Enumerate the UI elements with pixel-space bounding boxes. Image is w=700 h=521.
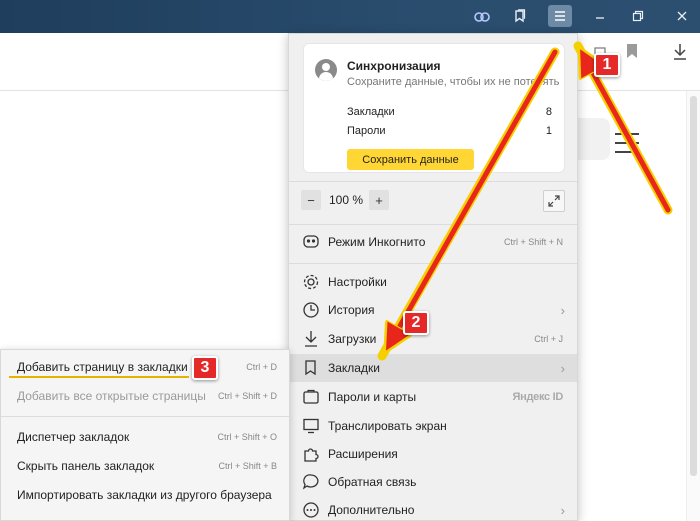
sync-title: Синхронизация (347, 59, 441, 73)
page-hamburger-icon[interactable] (614, 132, 640, 157)
submenu-item-shortcut: Ctrl + D (246, 362, 277, 372)
key-icon (301, 387, 321, 407)
incognito-icon (301, 232, 321, 252)
chevron-right-icon: › (560, 302, 565, 318)
divider (289, 263, 577, 264)
submenu-item-shortcut: Ctrl + Shift + D (217, 391, 277, 401)
sync-row-bookmarks: Закладки 8 (347, 106, 552, 118)
close-icon[interactable] (664, 5, 700, 27)
annotation-badge-3: 3 (192, 356, 218, 380)
menu-item-label: Дополнительно (328, 503, 415, 517)
puzzle-icon (301, 444, 321, 464)
menu-item-label: Расширения (328, 447, 398, 461)
submenu-item-label: Скрыть панель закладок (17, 459, 155, 473)
menu-item-passwords[interactable]: Пароли и карты Яндекс ID (289, 383, 577, 411)
chevron-right-icon: › (560, 502, 565, 518)
menu-item-label: Транслировать экран (328, 419, 447, 433)
annotation-badge-2: 2 (403, 311, 429, 335)
scrollbar-thumb[interactable] (690, 96, 697, 476)
menu-item-extensions[interactable]: Расширения (289, 440, 577, 468)
divider (289, 181, 577, 182)
submenu-item-shortcut: Ctrl + Shift + O (217, 432, 277, 442)
sync-card: Синхронизация Сохраните данные, чтобы их… (303, 43, 565, 173)
sync-row-count: 8 (545, 106, 552, 118)
divider (1, 416, 289, 417)
sync-row-passwords: Пароли 1 (347, 125, 552, 137)
page-search-button-edge (578, 118, 610, 160)
chat-bubble-icon (301, 472, 321, 492)
menu-item-settings[interactable]: Настройки (289, 268, 577, 296)
highlight-underline (9, 376, 189, 378)
save-data-button[interactable]: Сохранить данные (347, 149, 474, 170)
menu-item-label: Закладки (328, 361, 380, 375)
menu-item-bookmarks[interactable]: Закладки › (289, 354, 577, 382)
bookmarks-submenu: Добавить страницу в закладки Ctrl + D До… (0, 349, 290, 521)
zoom-controls: − 100 % + (301, 190, 565, 212)
zoom-out-button[interactable]: − (301, 190, 321, 210)
collections-icon[interactable] (508, 5, 532, 27)
download-icon (301, 329, 321, 349)
page-scrollbar[interactable] (686, 91, 700, 521)
menu-item-label: История (328, 303, 375, 317)
menu-item-cast[interactable]: Транслировать экран (289, 412, 577, 440)
clock-icon (301, 300, 321, 320)
submenu-item-import[interactable]: Импортировать закладки из другого браузе… (1, 481, 289, 509)
bookmark-icon[interactable] (626, 43, 638, 62)
annotation-badge-1: 1 (594, 53, 620, 77)
more-icon (301, 500, 321, 520)
zoom-in-button[interactable]: + (369, 190, 389, 210)
menu-item-label: Пароли и карты (328, 390, 417, 404)
menu-item-shortcut: Ctrl + J (534, 334, 563, 344)
menu-item-shortcut: Ctrl + Shift + N (503, 237, 563, 247)
submenu-item-label: Импортировать закладки из другого браузе… (17, 488, 272, 502)
minimize-icon[interactable] (588, 5, 612, 27)
fullscreen-icon[interactable] (543, 190, 565, 212)
chevron-right-icon: › (560, 360, 565, 376)
menu-item-label: Загрузки (328, 332, 377, 346)
menu-item-downloads[interactable]: Загрузки Ctrl + J (289, 325, 577, 353)
divider (289, 224, 577, 225)
avatar[interactable] (315, 59, 337, 81)
restore-icon[interactable] (626, 5, 650, 27)
cast-icon (301, 416, 321, 436)
main-menu: Синхронизация Сохраните данные, чтобы их… (288, 33, 578, 521)
sync-row-count: 1 (545, 125, 552, 137)
submenu-item-label: Добавить страницу в закладки (17, 360, 188, 374)
sync-subtitle: Сохраните данные, чтобы их не потерять (347, 76, 560, 88)
vpn-icon[interactable] (470, 5, 494, 27)
bookmarks-icon (301, 358, 321, 378)
sync-row-label: Закладки (347, 106, 395, 118)
menu-item-history[interactable]: История › (289, 296, 577, 324)
menu-item-label: Обратная связь (328, 475, 417, 489)
download-icon[interactable] (672, 43, 688, 64)
submenu-item-manager[interactable]: Диспетчер закладок Ctrl + Shift + O (1, 423, 289, 451)
submenu-item-label: Добавить все открытые страницы (17, 389, 206, 403)
menu-item-more[interactable]: Дополнительно › (289, 496, 577, 521)
zoom-level: 100 % (329, 193, 364, 207)
submenu-item-label: Диспетчер закладок (17, 430, 130, 444)
submenu-item-add-all: Добавить все открытые страницы Ctrl + Sh… (1, 382, 289, 410)
menu-item-label: Настройки (328, 275, 387, 289)
submenu-item-add-page[interactable]: Добавить страницу в закладки Ctrl + D (1, 353, 289, 381)
title-bar (0, 0, 700, 33)
menu-item-label: Режим Инкогнито (328, 235, 426, 249)
submenu-item-shortcut: Ctrl + Shift + B (218, 461, 277, 471)
gear-icon (301, 272, 321, 292)
menu-item-incognito[interactable]: Режим Инкогнито Ctrl + Shift + N (289, 228, 577, 256)
yandex-id-logo: Яндекс ID (512, 391, 564, 403)
submenu-item-hide-bar[interactable]: Скрыть панель закладок Ctrl + Shift + B (1, 452, 289, 480)
sync-row-label: Пароли (347, 125, 386, 137)
menu-icon[interactable] (548, 5, 572, 27)
menu-item-feedback[interactable]: Обратная связь (289, 468, 577, 496)
